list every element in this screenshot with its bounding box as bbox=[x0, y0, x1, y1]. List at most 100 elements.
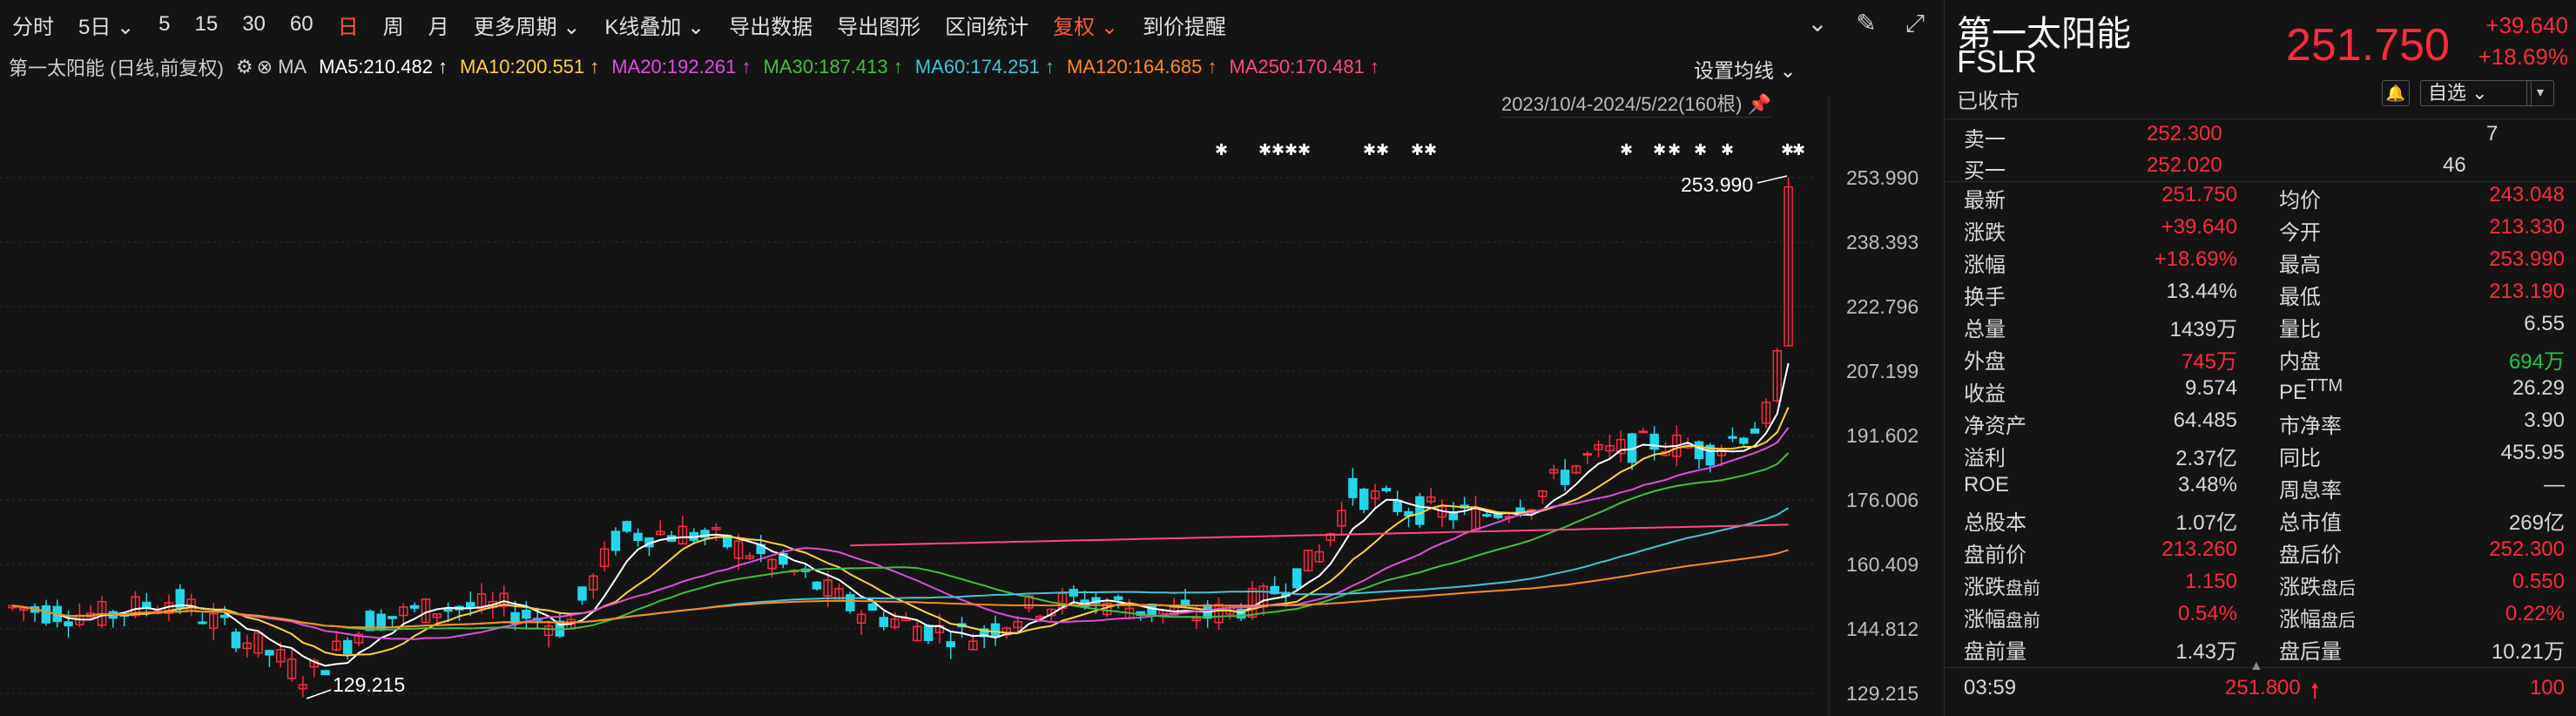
candle-body bbox=[923, 625, 934, 641]
watchlist-dropdown-icon[interactable]: ▾ bbox=[2526, 80, 2554, 106]
trade-price: 251.800 bbox=[2225, 676, 2301, 699]
quote-value: 252.300 bbox=[2489, 537, 2565, 561]
min-pointer bbox=[306, 689, 332, 699]
toolbar-item-6[interactable]: 日 bbox=[326, 10, 371, 40]
toolbar-item-11[interactable]: 导出数据 bbox=[717, 10, 825, 40]
toolbar-item-15[interactable]: 到价提醒 bbox=[1130, 10, 1238, 40]
quote-row: 盘前量 1.43万 盘后量 10.21万 bbox=[1964, 634, 2565, 665]
pen-icon[interactable]: ✎ bbox=[1851, 9, 1881, 38]
quote-row: 盘前价 213.260 盘后价 252.300 bbox=[1964, 537, 2565, 569]
candle-body bbox=[577, 586, 587, 601]
ma-setting-button[interactable]: 设置均线 ⌄ bbox=[1694, 54, 1797, 84]
quote-key: 盘后价 bbox=[2279, 537, 2342, 568]
expand-icon[interactable]: ⤢ bbox=[1900, 9, 1930, 38]
y-tick-label: 238.393 bbox=[1846, 231, 1919, 253]
quote-value: 0.550 bbox=[2512, 570, 2565, 593]
quote-key: 今开 bbox=[2279, 215, 2321, 246]
quote-key: 收益 bbox=[1964, 376, 2006, 407]
toolbar-item-2[interactable]: 5 bbox=[146, 12, 182, 37]
quote-key-text: 涨幅 bbox=[1964, 608, 2006, 632]
chevron-down-circle-icon[interactable]: ⌄ bbox=[1803, 9, 1832, 38]
quote-key-text: 同比 bbox=[2279, 447, 2321, 470]
quote-value: 1.07亿 bbox=[2175, 511, 2237, 535]
quote-value: 1.43万 bbox=[2175, 640, 2237, 664]
quote-value: 213.330 bbox=[2489, 215, 2565, 239]
watchlist-button[interactable]: 自选 ⌄ bbox=[2420, 80, 2532, 106]
quote-row: 涨幅 +18.69% 最高 253.990 bbox=[1964, 247, 2565, 279]
quote-value: 6.55 bbox=[2524, 312, 2565, 335]
candle-body bbox=[1113, 596, 1123, 600]
ma-value-2: MA20:192.261 ↑ bbox=[611, 56, 752, 78]
ma-line-120 bbox=[12, 549, 1789, 629]
toolbar-item-10[interactable]: K线叠加 ⌄ bbox=[592, 10, 717, 40]
quote-key-sub: 盘前 bbox=[2006, 579, 2040, 598]
quote-row: 外盘 745万 内盘 694万 bbox=[1964, 344, 2565, 375]
candle-body bbox=[610, 530, 621, 551]
quote-value: 9.574 bbox=[2184, 376, 2237, 400]
price-change: +39.640 bbox=[2485, 12, 2568, 38]
close-icon[interactable]: ⊗ bbox=[257, 56, 273, 78]
quote-key-text: 量比 bbox=[2279, 318, 2321, 341]
event-marker-icon: ✱ bbox=[1424, 141, 1437, 159]
candle-body bbox=[1649, 433, 1659, 450]
quote-key: 盘前量 bbox=[1964, 634, 2026, 665]
bell-icon[interactable]: 🔔 bbox=[2382, 80, 2410, 106]
y-tick-label: 176.006 bbox=[1846, 489, 1919, 511]
quote-key-sub: 盘后 bbox=[2321, 579, 2356, 598]
quote-row: 涨跌盘前 1.150 涨跌盘后 0.550 bbox=[1964, 570, 2565, 601]
toolbar-item-9[interactable]: 更多周期 ⌄ bbox=[462, 10, 593, 40]
settings-icon[interactable]: ⚙ bbox=[236, 56, 253, 78]
candle-body bbox=[879, 617, 889, 627]
event-marker-icon: ✱ bbox=[1411, 141, 1424, 159]
candle-body bbox=[265, 650, 274, 656]
quote-key: 均价 bbox=[2279, 183, 2321, 213]
quote-key: 涨跌盘后 bbox=[2279, 570, 2356, 600]
toolbar-item-7[interactable]: 周 bbox=[371, 10, 416, 40]
quote-value: 243.048 bbox=[2489, 183, 2565, 206]
trade-volume: 100 bbox=[2529, 676, 2565, 699]
quote-key: 溢利 bbox=[1964, 441, 2006, 471]
quote-key-text: PE bbox=[2279, 381, 2308, 404]
candle-body bbox=[231, 632, 241, 649]
quote-value: 269亿 bbox=[2508, 511, 2565, 535]
candle-body bbox=[1292, 568, 1302, 589]
candle-body bbox=[1739, 437, 1749, 444]
candle-body bbox=[867, 603, 878, 611]
candlestick-chart[interactable]: 253.990 238.393 222.796 207.199 191.602 176.0… bbox=[0, 96, 1925, 716]
quote-key: 总市值 bbox=[2279, 505, 2342, 536]
quote-key: 外盘 bbox=[1964, 344, 2006, 375]
toolbar-item-1[interactable]: 5日 ⌄ bbox=[66, 10, 146, 40]
quote-key-sub: 盘后 bbox=[2321, 611, 2356, 631]
quote-key-text: 外盘 bbox=[1964, 350, 2006, 374]
quote-key-text: 最低 bbox=[2279, 286, 2321, 309]
toolbar-item-13[interactable]: 区间统计 bbox=[933, 10, 1041, 40]
toolbar-item-12[interactable]: 导出图形 bbox=[825, 10, 933, 40]
toolbar-item-5[interactable]: 60 bbox=[278, 12, 326, 37]
quote-key-text: 盘后价 bbox=[2279, 544, 2342, 567]
quote-value: +18.69% bbox=[2154, 247, 2237, 271]
quote-key: 总股本 bbox=[1964, 505, 2026, 536]
candle-body bbox=[1694, 441, 1704, 460]
toolbar-item-14[interactable]: 复权 ⌄ bbox=[1041, 10, 1130, 40]
quote-key-text: 涨跌 bbox=[1964, 576, 2006, 599]
toolbar-item-0[interactable]: 分时 bbox=[0, 10, 66, 40]
quote-key-text: 总量 bbox=[1964, 318, 2006, 341]
toolbar-item-8[interactable]: 月 bbox=[416, 10, 462, 40]
quote-value: 2.37亿 bbox=[2175, 447, 2237, 470]
ma-legend: 第一太阳能 (日线,前复权) ⚙ ⊗ MA MA5:210.482 ↑ MA10:… bbox=[9, 52, 1404, 82]
toolbar-item-3[interactable]: 15 bbox=[182, 12, 230, 37]
quote-key-text: 总股本 bbox=[1964, 511, 2026, 535]
candle-body bbox=[1560, 469, 1570, 485]
ma-value-1: MA10:200.551 ↑ bbox=[460, 56, 600, 78]
collapse-up-icon[interactable]: ▲ bbox=[2249, 659, 2263, 674]
candle-body bbox=[409, 605, 420, 609]
candle-body bbox=[1180, 599, 1190, 606]
quote-key-text: 今开 bbox=[2279, 221, 2321, 245]
quote-key-text: 净资产 bbox=[1964, 415, 2026, 438]
event-marker-icon: ✱ bbox=[1271, 141, 1285, 159]
quote-key-text: 涨幅 bbox=[1964, 253, 2006, 277]
toolbar-item-4[interactable]: 30 bbox=[230, 12, 278, 37]
orderbook-price: 252.020 bbox=[2147, 153, 2222, 177]
quote-key: 周息率 bbox=[2279, 473, 2342, 503]
quote-key-text: 涨幅 bbox=[2279, 608, 2321, 632]
